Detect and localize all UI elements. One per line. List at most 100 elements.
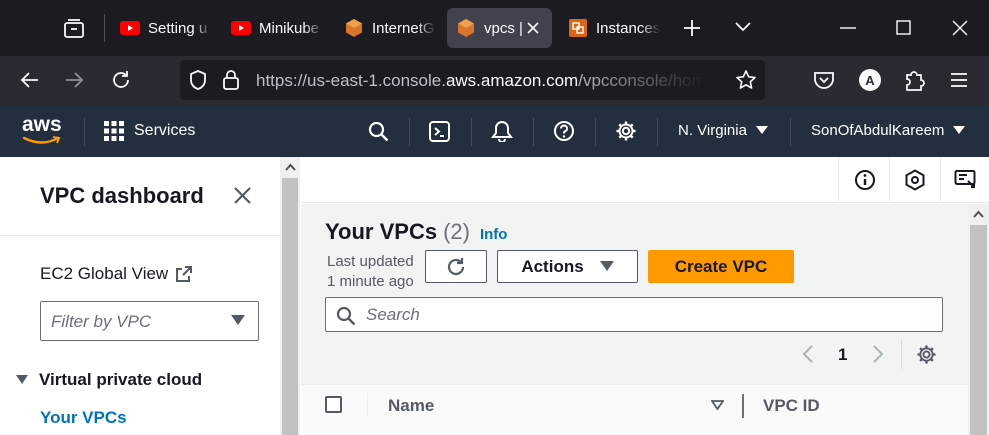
table-preferences-gear-icon[interactable] <box>916 344 937 365</box>
filter-placeholder: Filter by VPC <box>51 312 152 331</box>
tab-overview-icon[interactable] <box>63 17 85 39</box>
column-header-vpc-id[interactable]: VPC ID <box>763 396 820 416</box>
column-resizer[interactable] <box>742 394 744 418</box>
search-placeholder: Search <box>366 305 420 324</box>
pocket-icon[interactable] <box>813 70 835 90</box>
browser-nav-bar: https://us-east-1.console.aws.amazon.com… <box>0 56 989 106</box>
youtube-icon <box>231 21 251 35</box>
notifications-bell-icon[interactable] <box>491 120 513 142</box>
reload-icon[interactable] <box>110 69 132 91</box>
extensions-puzzle-icon[interactable] <box>903 68 925 92</box>
toolstrip-divider <box>889 157 890 203</box>
actions-button[interactable]: Actions <box>497 250 638 283</box>
section-virtual-private-cloud[interactable]: Virtual private cloud <box>16 370 202 390</box>
pagination-prev-icon[interactable] <box>802 345 814 363</box>
services-grid-icon[interactable] <box>104 121 124 141</box>
tab-label: Instances <box>596 19 660 37</box>
ec2-global-view-link[interactable]: EC2 Global View <box>40 264 193 284</box>
search-input[interactable]: Search <box>325 297 943 332</box>
maximize-icon[interactable] <box>896 20 911 35</box>
close-tab-icon[interactable] <box>526 21 540 35</box>
select-all-checkbox[interactable] <box>325 396 342 413</box>
tab-setting-u[interactable]: Setting u <box>112 8 212 48</box>
feedback-screen-icon[interactable] <box>954 169 976 191</box>
tab-internetg[interactable]: InternetG <box>336 8 436 48</box>
hamburger-menu-icon[interactable] <box>950 72 968 88</box>
refresh-icon <box>445 256 467 278</box>
url-suffix: /vpcconsole/home <box>578 71 706 90</box>
header-divider <box>595 118 596 146</box>
tab-label: Minikube <box>259 19 320 37</box>
forward-arrow-icon[interactable] <box>64 70 84 90</box>
vpc-sidebar: VPC dashboard EC2 Global View Filter by … <box>0 157 280 435</box>
column-divider <box>367 393 368 417</box>
sidebar-title: VPC dashboard <box>40 183 204 208</box>
main-scroll-thumb[interactable] <box>970 225 987 435</box>
lock-icon[interactable] <box>222 69 240 91</box>
tab-vpcs-active[interactable]: vpcs | <box>447 8 552 48</box>
settings-gear-icon[interactable] <box>615 120 637 142</box>
sidebar-item-your-vpcs[interactable]: Your VPCs <box>40 408 127 428</box>
back-arrow-icon[interactable] <box>20 70 40 90</box>
security-hexagon-icon[interactable] <box>904 169 926 191</box>
header-divider <box>657 118 658 146</box>
help-icon[interactable] <box>553 120 575 142</box>
section-label: Virtual private cloud <box>39 370 203 389</box>
url-text[interactable]: https://us-east-1.console.aws.amazon.com… <box>256 71 706 91</box>
aws-console-header: aws Services N. Virginia SonOfAbdulKaree… <box>0 106 989 157</box>
account-avatar[interactable]: A <box>859 69 881 91</box>
column-header-name[interactable]: Name <box>388 396 434 416</box>
vpcs-count: (2) <box>443 219 470 244</box>
ec2-global-view-label: EC2 Global View <box>40 264 169 283</box>
search-icon[interactable] <box>368 121 389 142</box>
close-icon[interactable] <box>233 186 252 205</box>
main-scrollbar[interactable] <box>968 204 989 435</box>
aws-logo[interactable]: aws <box>22 114 64 148</box>
region-selector[interactable]: N. Virginia <box>678 122 768 139</box>
url-prefix: https://us-east-1.console. <box>256 71 446 90</box>
header-divider <box>471 118 472 146</box>
sidebar-divider <box>0 235 280 236</box>
scroll-up-arrow-icon[interactable] <box>285 163 296 171</box>
account-menu[interactable]: SonOfAbdulKareem <box>811 122 966 139</box>
last-updated-line2: 1 minute ago <box>327 273 414 290</box>
create-vpc-button[interactable]: Create VPC <box>648 250 794 283</box>
tab-instances[interactable]: Instances <box>560 8 660 48</box>
tab-minikube[interactable]: Minikube <box>223 8 323 48</box>
caret-down-icon <box>599 261 614 272</box>
cloudshell-icon[interactable] <box>429 121 450 142</box>
aws-ec2-icon <box>568 18 588 38</box>
info-panel-icon[interactable] <box>854 169 876 191</box>
create-vpc-label: Create VPC <box>674 256 768 276</box>
shield-icon[interactable] <box>188 69 208 91</box>
services-menu[interactable]: Services <box>134 122 195 140</box>
caret-down-icon <box>953 126 966 135</box>
bookmark-star-icon[interactable] <box>735 69 757 91</box>
scroll-up-arrow-icon[interactable] <box>973 210 984 218</box>
vpcs-table-container: Your VPCs (2) Info Last updated 1 minute… <box>301 204 968 435</box>
sidebar-scrollbar[interactable] <box>280 157 300 435</box>
tab-divider <box>104 14 105 42</box>
caret-down-icon <box>231 315 245 326</box>
utility-toolstrip <box>301 157 989 203</box>
last-updated-line1: Last updated <box>327 253 414 270</box>
refresh-button[interactable] <box>425 250 487 283</box>
pagination-page-number[interactable]: 1 <box>838 345 847 365</box>
pagination-next-icon[interactable] <box>872 345 884 363</box>
toolstrip-divider <box>838 157 839 203</box>
sidebar-scroll-thumb[interactable] <box>282 178 298 435</box>
header-divider <box>533 118 534 146</box>
toolstrip-divider <box>940 157 941 203</box>
vpcs-header: Your VPCs (2) Info <box>325 219 507 245</box>
filter-by-vpc-select[interactable]: Filter by VPC <box>40 301 259 341</box>
aws-smile-icon <box>22 136 61 144</box>
close-window-icon[interactable] <box>952 20 968 36</box>
minimize-icon[interactable] <box>840 27 856 29</box>
tab-label: InternetG <box>372 19 435 37</box>
caret-down-icon <box>755 126 768 135</box>
new-tab-icon[interactable] <box>681 17 703 39</box>
chevron-down-icon[interactable] <box>733 19 753 35</box>
info-link[interactable]: Info <box>480 226 508 243</box>
sort-caret-down-icon[interactable] <box>711 400 724 410</box>
address-bar[interactable]: https://us-east-1.console.aws.amazon.com… <box>180 60 765 100</box>
